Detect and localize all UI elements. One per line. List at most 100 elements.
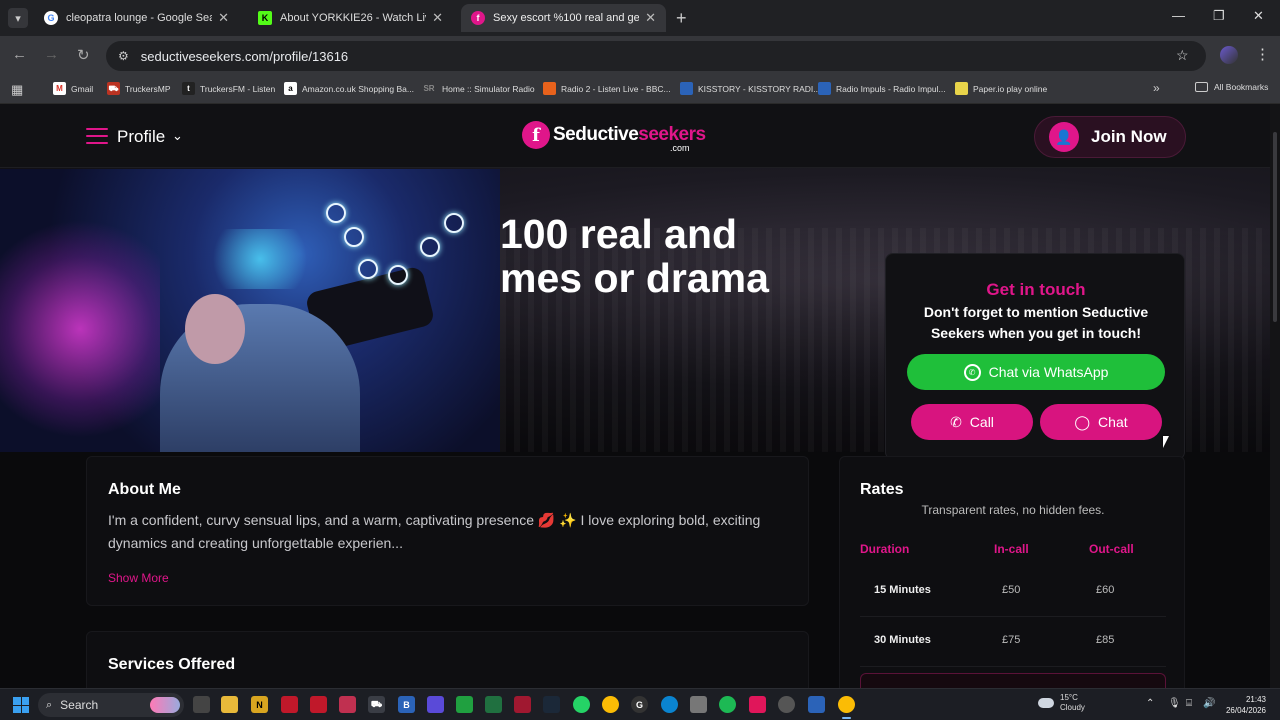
network-icon[interactable]: ⌸: [1186, 698, 1192, 709]
rates-subtitle: Transparent rates, no hidden fees.: [921, 503, 1105, 517]
rate-outcall: £60: [1096, 584, 1115, 596]
tiktok-icon[interactable]: [749, 696, 766, 713]
logo-part2: seekers: [638, 124, 706, 145]
app-b-icon[interactable]: B: [398, 696, 415, 713]
reload-icon[interactable]: ↻: [77, 46, 90, 64]
forward-icon[interactable]: →: [44, 46, 59, 63]
app-acrobat-icon[interactable]: [514, 696, 531, 713]
whatsapp-label: Chat via WhatsApp: [988, 364, 1109, 380]
call-button[interactable]: ✆ Call: [911, 404, 1033, 440]
site-logo[interactable]: f Seductiveseekers .com: [522, 121, 706, 153]
profile-dropdown[interactable]: Profile: [117, 127, 165, 147]
close-icon[interactable]: ✕: [218, 10, 229, 26]
bookmark-radio2[interactable]: Radio 2 - Listen Live - BBC...: [543, 82, 671, 95]
bookmark-truckersmp[interactable]: ⛟ TruckersMP: [107, 82, 171, 95]
task-view-icon[interactable]: [193, 696, 210, 713]
system-clock[interactable]: 21:43 26/04/2026: [1222, 694, 1266, 716]
microphone-icon[interactable]: 🎙: [1168, 698, 1181, 709]
about-me-heading: About Me: [108, 481, 181, 498]
rates-heading: Rates: [860, 481, 904, 498]
app-excel-icon[interactable]: [485, 696, 502, 713]
hamburger-menu-icon[interactable]: [86, 128, 108, 144]
tab-title: About YORKKIE26 - Watch Live on Kick: [280, 12, 426, 24]
chevron-down-icon[interactable]: ⌄: [172, 128, 183, 144]
bookmark-label: KISSTORY - KISSTORY RADI...: [698, 83, 821, 94]
rate-duration: 30 Minutes: [874, 634, 931, 646]
restore-icon[interactable]: ❐: [1213, 8, 1225, 24]
apps-grid-icon[interactable]: ▦: [11, 82, 23, 98]
radio-impuls-icon: [818, 82, 831, 95]
rates-card: Rates Transparent rates, no hidden fees.…: [839, 456, 1185, 688]
app-teams-icon[interactable]: [427, 696, 444, 713]
tab-seductiveseekers[interactable]: f Sexy escort %100 real and genuine no g…: [461, 4, 666, 32]
app-store-icon[interactable]: [310, 696, 327, 713]
bookmark-amazon[interactable]: a Amazon.co.uk Shopping Ba...: [284, 82, 414, 95]
back-icon[interactable]: ←: [12, 46, 27, 63]
menu-dots-icon[interactable]: ⋮: [1255, 45, 1270, 63]
file-explorer-icon[interactable]: [221, 696, 238, 713]
bookmark-gmail[interactable]: M Gmail: [53, 82, 93, 95]
edge-icon[interactable]: [661, 696, 678, 713]
taskbar-search[interactable]: ⌕ Search: [38, 693, 184, 717]
rate-outcall: £85: [1096, 634, 1115, 646]
tab-kick[interactable]: K About YORKKIE26 - Watch Live on Kick ✕: [248, 4, 453, 32]
clock-time: 21:43: [1245, 695, 1266, 704]
address-bar[interactable]: ⚙ seductiveseekers.com/profile/13616: [106, 41, 1206, 71]
rates-col-incall: In-call: [994, 542, 1029, 556]
profile-title: 100 real and mes or drama: [500, 211, 769, 301]
spotify-icon[interactable]: [719, 696, 736, 713]
bookmark-radio-impuls[interactable]: Radio Impuls - Radio Impul...: [818, 82, 946, 95]
close-icon[interactable]: ✕: [645, 10, 656, 26]
bookmark-kisstory[interactable]: KISSTORY - KISSTORY RADI...: [680, 82, 820, 95]
whatsapp-button[interactable]: ✆ Chat via WhatsApp: [907, 354, 1165, 390]
bookmark-truckersfm[interactable]: t TruckersFM - Listen: [182, 82, 275, 95]
app-red-icon[interactable]: [281, 696, 298, 713]
app-green-icon[interactable]: [456, 696, 473, 713]
all-bookmarks-button[interactable]: All Bookmarks: [1195, 82, 1268, 92]
stream-overlay-video[interactable]: [0, 169, 500, 452]
app-circle-icon[interactable]: [778, 696, 795, 713]
tab-strip: ▾ G cleopatra lounge - Google Search ✕ K…: [0, 0, 1280, 36]
more-bookmarks-icon[interactable]: »: [1153, 81, 1160, 95]
show-more-link[interactable]: Show More: [108, 571, 169, 585]
get-in-touch-card: Get in touch Don't forget to mention Sed…: [885, 253, 1185, 460]
new-tab-icon[interactable]: +: [676, 8, 687, 29]
simulator-radio-icon: SR: [423, 84, 435, 93]
search-highlight-icon: [150, 697, 180, 713]
profile-avatar-icon[interactable]: [1220, 46, 1238, 64]
volume-icon[interactable]: 🔊: [1203, 698, 1215, 709]
tray-chevron-icon[interactable]: ⌃: [1146, 698, 1154, 709]
bookmark-label: TruckersFM - Listen: [200, 83, 276, 94]
minimize-icon[interactable]: —: [1172, 8, 1185, 23]
get-in-touch-text: Don't forget to mention Seductive Seeker…: [923, 304, 1149, 341]
bookmark-paperio[interactable]: Paper.io play online: [955, 82, 1047, 95]
tab-title: Sexy escort %100 real and genuine no gam…: [493, 12, 640, 24]
phone-icon: ✆: [950, 413, 962, 430]
windows-start-icon[interactable]: [13, 697, 29, 713]
app-grey-icon[interactable]: [690, 696, 707, 713]
app-g-icon[interactable]: G: [631, 696, 648, 713]
get-in-touch-heading: Get in touch: [986, 280, 1086, 299]
whatsapp-taskbar-icon[interactable]: [573, 696, 590, 713]
norton-icon[interactable]: N: [251, 696, 268, 713]
page-scrollbar[interactable]: [1270, 104, 1280, 688]
chat-button[interactable]: ◯ Chat: [1040, 404, 1162, 440]
tab-search-button[interactable]: ▾: [8, 8, 28, 28]
join-now-button[interactable]: 👤 Join Now: [1034, 116, 1186, 158]
bookmarks-bar: ▦ M Gmail ⛟ TruckersMP t TruckersFM - Liste…: [0, 76, 1280, 104]
truck-sim-icon[interactable]: ⛟: [368, 696, 385, 713]
window-close-icon[interactable]: ✕: [1253, 8, 1264, 24]
app-icon[interactable]: [339, 696, 356, 713]
chrome-active-icon[interactable]: [838, 696, 855, 719]
amazon-icon: a: [284, 82, 297, 95]
app-blue-icon[interactable]: [808, 696, 825, 713]
weather-widget[interactable]: 15°C Cloudy: [1038, 693, 1085, 713]
steam-icon[interactable]: [543, 696, 560, 713]
close-icon[interactable]: ✕: [432, 10, 443, 26]
tab-google[interactable]: G cleopatra lounge - Google Search ✕: [34, 4, 239, 32]
bookmark-star-icon[interactable]: ☆: [1176, 47, 1189, 64]
chrome-icon[interactable]: [602, 696, 619, 713]
google-icon: G: [44, 11, 58, 25]
bookmark-simulator-radio[interactable]: SR Home :: Simulator Radio: [421, 82, 534, 95]
site-info-icon[interactable]: ⚙: [118, 49, 129, 63]
